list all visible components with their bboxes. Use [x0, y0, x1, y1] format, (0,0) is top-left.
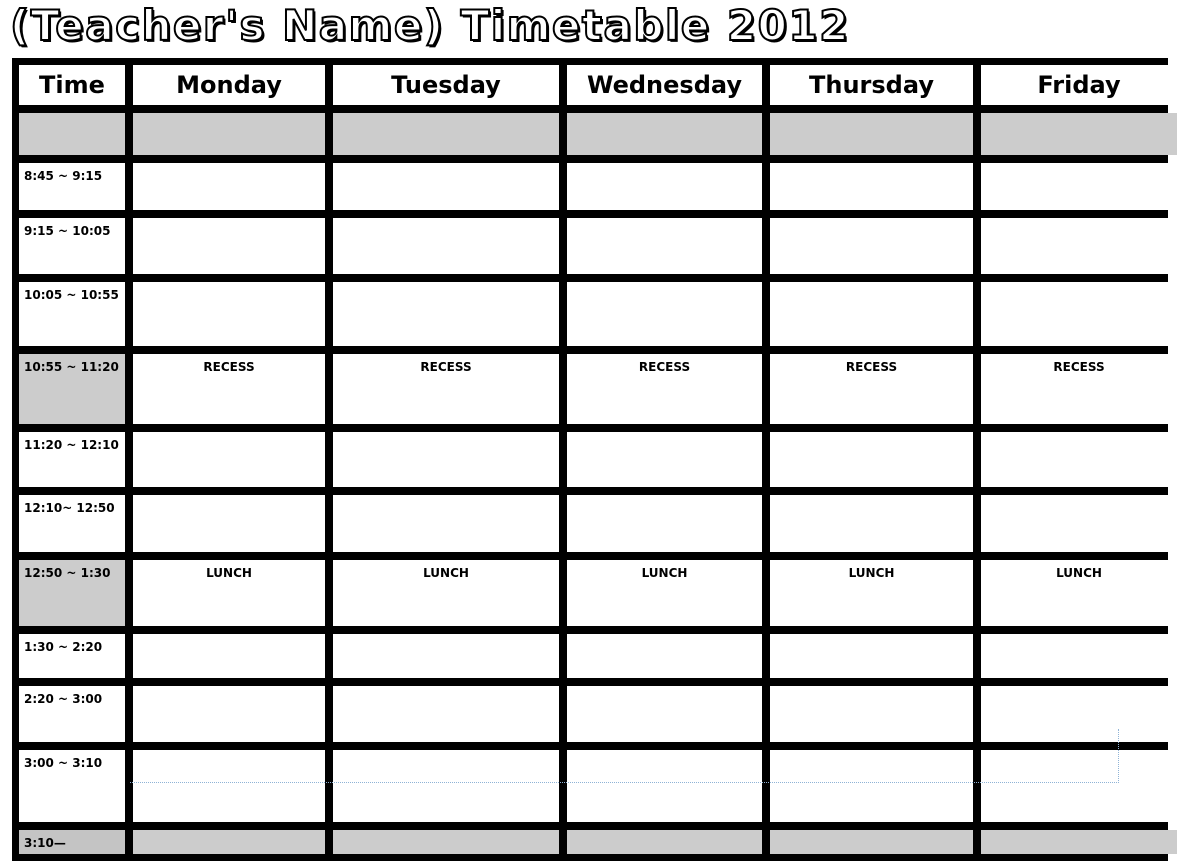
lesson-cell-tuesday[interactable] [333, 218, 559, 274]
lesson-cell-friday[interactable] [981, 432, 1177, 487]
lesson-cell-tuesday[interactable] [333, 750, 559, 822]
lesson-cell-thursday[interactable]: RECESS [770, 354, 973, 424]
lesson-cell-thursday[interactable] [770, 495, 973, 552]
lesson-cell-wednesday[interactable]: LUNCH [567, 560, 762, 626]
time-slot-cell[interactable]: 1:30 ~ 2:20 [19, 634, 125, 678]
time-slot-cell[interactable]: 2:20 ~ 3:00 [19, 686, 125, 742]
header-time: Time [19, 65, 125, 105]
lesson-cell-tuesday[interactable] [333, 495, 559, 552]
time-slot-cell[interactable]: 8:45 ~ 9:15 [19, 163, 125, 210]
lesson-cell-monday[interactable] [133, 163, 325, 210]
lesson-cell-wednesday[interactable] [567, 686, 762, 742]
lesson-cell-friday[interactable] [981, 830, 1177, 854]
lesson-cell-wednesday[interactable] [567, 218, 762, 274]
lesson-cell-thursday[interactable] [770, 634, 973, 678]
lesson-cell-tuesday[interactable] [333, 686, 559, 742]
time-slot-cell[interactable]: 11:20 ~ 12:10 [19, 432, 125, 487]
header-tuesday: Tuesday [333, 65, 559, 105]
lesson-cell-tuesday[interactable]: LUNCH [333, 560, 559, 626]
header-thursday: Thursday [770, 65, 973, 105]
lesson-cell-friday[interactable] [981, 282, 1177, 346]
lesson-cell-friday[interactable] [981, 218, 1177, 274]
time-slot-cell[interactable]: 12:10~ 12:50 [19, 495, 125, 552]
lesson-cell-tuesday[interactable] [333, 634, 559, 678]
time-slot-cell[interactable]: 3:00 ~ 3:10 [19, 750, 125, 822]
lesson-cell-wednesday[interactable] [567, 163, 762, 210]
lesson-cell-wednesday[interactable] [567, 830, 762, 854]
lesson-cell-thursday[interactable] [770, 113, 973, 155]
lesson-cell-wednesday[interactable] [567, 113, 762, 155]
lesson-cell-friday[interactable] [981, 113, 1177, 155]
header-friday: Friday [981, 65, 1177, 105]
lesson-cell-friday[interactable]: LUNCH [981, 560, 1177, 626]
lesson-cell-monday[interactable] [133, 218, 325, 274]
lesson-cell-wednesday[interactable] [567, 432, 762, 487]
lesson-cell-friday[interactable] [981, 163, 1177, 210]
timetable-grid: Time Monday Tuesday Wednesday Thursday F… [12, 58, 1177, 861]
lesson-cell-monday[interactable] [133, 113, 325, 155]
lesson-cell-wednesday[interactable] [567, 750, 762, 822]
lesson-cell-tuesday[interactable] [333, 113, 559, 155]
lesson-cell-thursday[interactable] [770, 163, 973, 210]
lesson-cell-wednesday[interactable] [567, 634, 762, 678]
lesson-cell-monday[interactable] [133, 495, 325, 552]
lesson-cell-wednesday[interactable] [567, 495, 762, 552]
lesson-cell-friday[interactable] [981, 750, 1177, 822]
lesson-cell-friday[interactable] [981, 686, 1177, 742]
lesson-cell-thursday[interactable] [770, 830, 973, 854]
lesson-cell-wednesday[interactable]: RECESS [567, 354, 762, 424]
lesson-cell-thursday[interactable] [770, 432, 973, 487]
lesson-cell-monday[interactable]: RECESS [133, 354, 325, 424]
lesson-cell-monday[interactable] [133, 432, 325, 487]
time-slot-cell[interactable]: 12:50 ~ 1:30 [19, 560, 125, 626]
time-slot-cell[interactable]: 10:55 ~ 11:20 [19, 354, 125, 424]
lesson-cell-thursday[interactable] [770, 686, 973, 742]
lesson-cell-monday[interactable]: LUNCH [133, 560, 325, 626]
lesson-cell-friday[interactable] [981, 634, 1177, 678]
header-wednesday: Wednesday [567, 65, 762, 105]
header-monday: Monday [133, 65, 325, 105]
lesson-cell-monday[interactable] [133, 634, 325, 678]
time-slot-cell[interactable]: 10:05 ~ 10:55 [19, 282, 125, 346]
lesson-cell-tuesday[interactable] [333, 282, 559, 346]
lesson-cell-monday[interactable] [133, 830, 325, 854]
lesson-cell-friday[interactable] [981, 495, 1177, 552]
page-title: (Teacher's Name) Timetable 2012 [9, 1, 850, 51]
lesson-cell-tuesday[interactable] [333, 163, 559, 210]
lesson-cell-thursday[interactable] [770, 282, 973, 346]
time-slot-cell[interactable] [19, 113, 125, 155]
lesson-cell-tuesday[interactable] [333, 432, 559, 487]
lesson-cell-monday[interactable] [133, 750, 325, 822]
lesson-cell-thursday[interactable] [770, 218, 973, 274]
lesson-cell-wednesday[interactable] [567, 282, 762, 346]
lesson-cell-friday[interactable]: RECESS [981, 354, 1177, 424]
lesson-cell-thursday[interactable]: LUNCH [770, 560, 973, 626]
lesson-cell-tuesday[interactable]: RECESS [333, 354, 559, 424]
lesson-cell-thursday[interactable] [770, 750, 973, 822]
time-slot-cell[interactable]: 9:15 ~ 10:05 [19, 218, 125, 274]
lesson-cell-monday[interactable] [133, 282, 325, 346]
time-slot-cell[interactable]: 3:10— [19, 830, 125, 854]
lesson-cell-tuesday[interactable] [333, 830, 559, 854]
lesson-cell-monday[interactable] [133, 686, 325, 742]
